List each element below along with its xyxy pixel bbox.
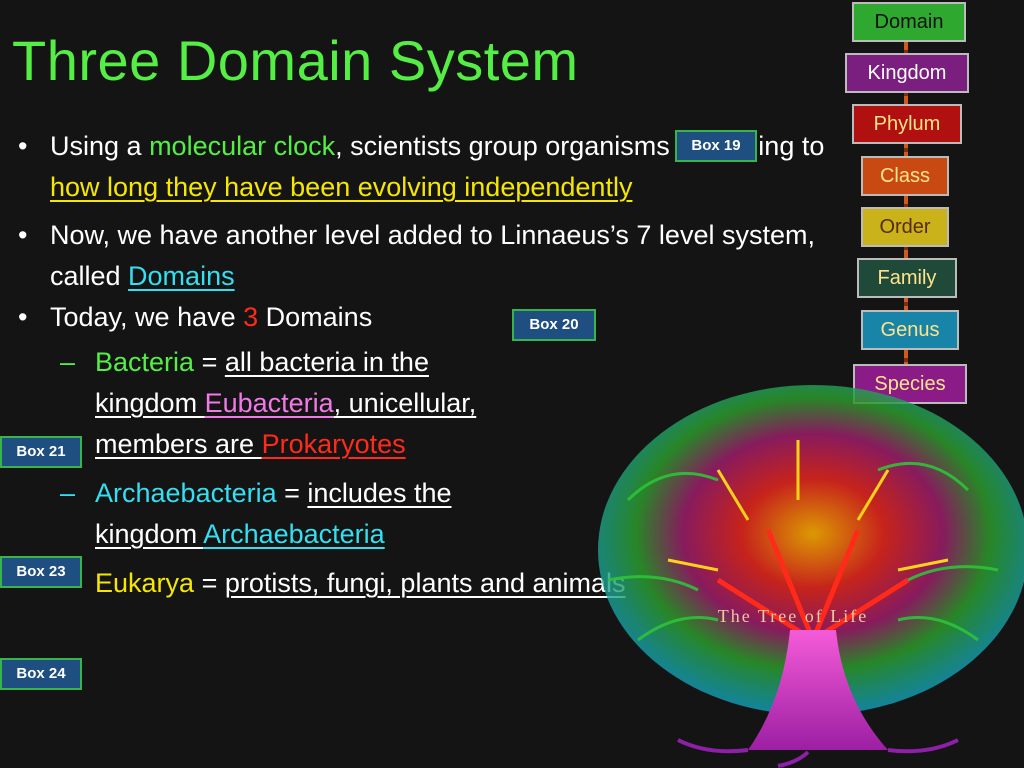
evolving-independently-link[interactable]: how long they have been evolving indepen… bbox=[50, 172, 632, 202]
taxonomy-class: Class bbox=[861, 156, 949, 196]
taxonomy-phylum: Phylum bbox=[852, 104, 962, 144]
equals-sign: = bbox=[194, 568, 225, 598]
slide-title: Three Domain System bbox=[12, 29, 579, 92]
taxonomy-order: Order bbox=[861, 207, 949, 247]
archaebacteria-term: Archaebacteria bbox=[95, 478, 277, 508]
bullet-three-domains: • Today, we have 3 Domains bbox=[18, 297, 838, 338]
box-24-button[interactable]: Box 24 bbox=[0, 658, 82, 690]
bullet-text: Using a bbox=[50, 131, 150, 161]
taxonomy-family: Family bbox=[857, 258, 957, 298]
taxonomy-domain: Domain bbox=[852, 2, 966, 42]
box-23-button[interactable]: Box 23 bbox=[0, 556, 82, 588]
bullet-text: Today, we have bbox=[50, 302, 244, 332]
domain-archaebacteria: – Archaebacteria = includes the kingdom … bbox=[18, 473, 535, 555]
equals-sign: = bbox=[276, 478, 308, 508]
prokaryotes-link[interactable]: Prokaryotes bbox=[262, 429, 406, 459]
domain-eukarya: – Eukarya = protists, fungi, plants and … bbox=[18, 563, 640, 604]
tree-caption: The Tree of Life bbox=[718, 606, 868, 626]
bullet-domains-level: • Now, we have another level added to Li… bbox=[18, 215, 840, 297]
taxonomy-kingdom: Kingdom bbox=[845, 53, 969, 93]
domain-bacteria: – Bacteria = all bacteria in the kingdom… bbox=[18, 342, 495, 465]
eukarya-description[interactable]: protists, fungi, plants and animals bbox=[225, 568, 626, 598]
molecular-clock-term: molecular clock bbox=[149, 131, 336, 161]
sub-bullet-dash: – bbox=[60, 478, 76, 508]
domains-link[interactable]: Domains bbox=[128, 261, 235, 291]
box-19-button[interactable]: Box 19 bbox=[675, 130, 757, 162]
bullet-text: Domains bbox=[258, 302, 373, 332]
tree-of-life-icon: The Tree of Life bbox=[598, 385, 1024, 768]
box-20-button[interactable]: Box 20 bbox=[512, 309, 596, 341]
archaebacteria-link[interactable]: Archaebacteria bbox=[203, 519, 385, 549]
eubacteria-link[interactable]: Eubacteria bbox=[205, 388, 334, 418]
taxonomy-genus: Genus bbox=[861, 310, 959, 350]
eukarya-term: Eukarya bbox=[95, 568, 195, 598]
bullet-dot: • bbox=[18, 131, 28, 161]
equals-sign: = bbox=[194, 347, 225, 377]
bullet-dot: • bbox=[18, 220, 28, 250]
box-21-button[interactable]: Box 21 bbox=[0, 436, 82, 468]
bullet-dot: • bbox=[18, 302, 28, 332]
bacteria-term: Bacteria bbox=[95, 347, 195, 377]
domain-count: 3 bbox=[243, 302, 259, 332]
sub-bullet-dash: – bbox=[60, 347, 76, 377]
